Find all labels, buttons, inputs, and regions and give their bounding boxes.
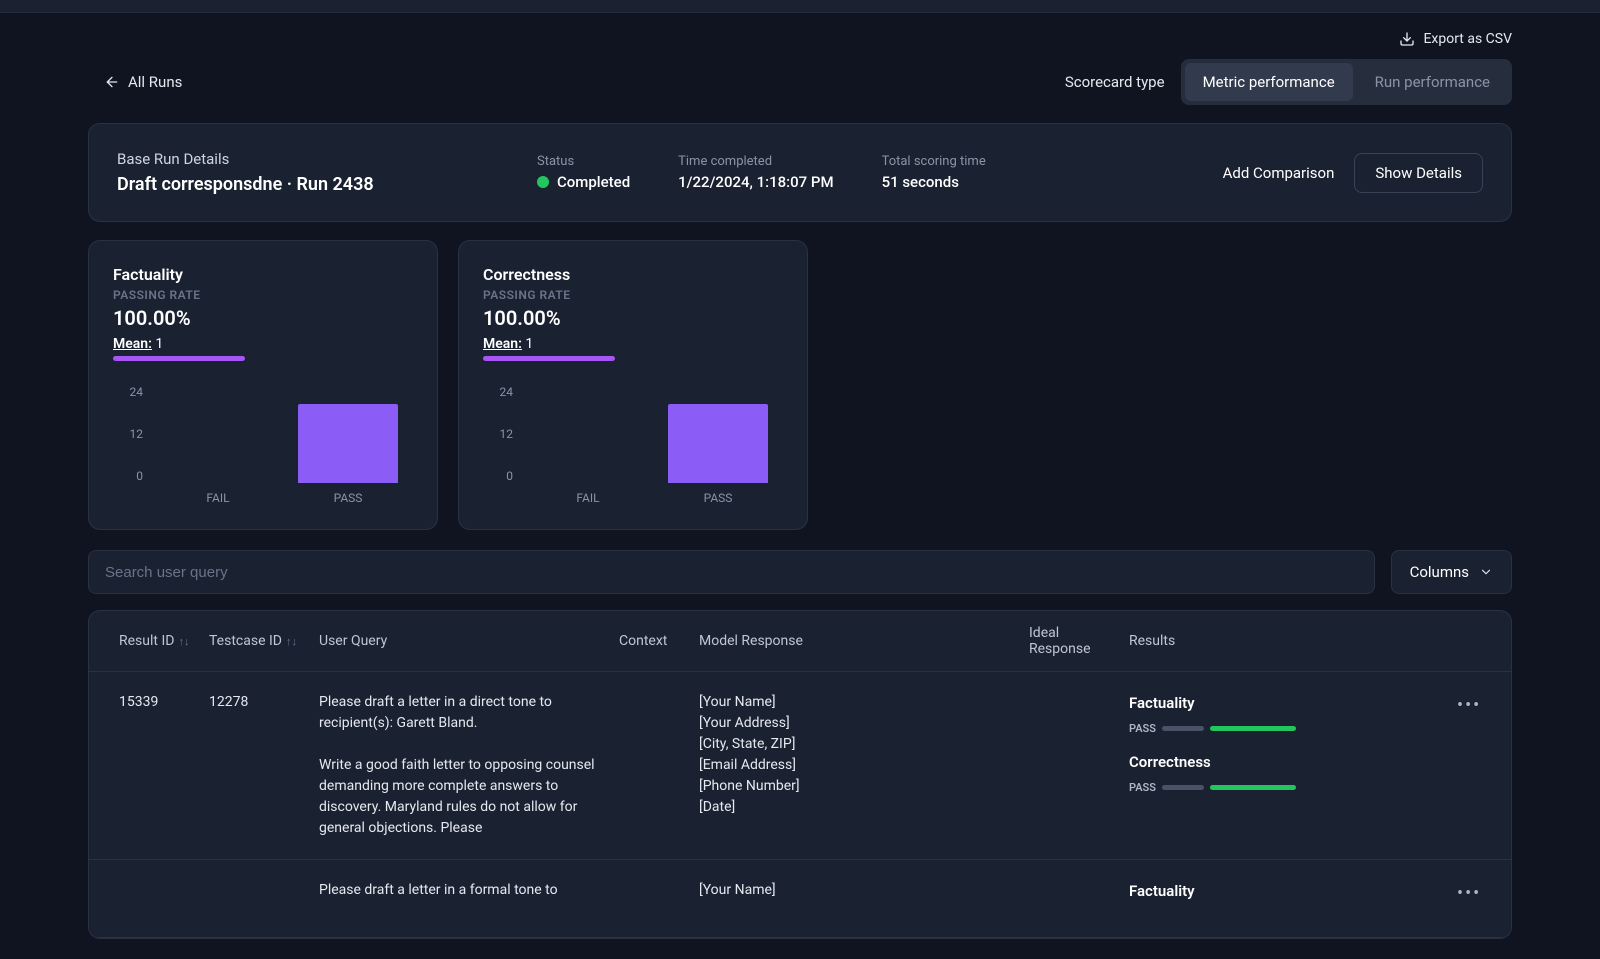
time-completed-label: Time completed: [678, 154, 833, 169]
result-metric-title: Factuality: [1129, 692, 1441, 715]
app-topbar: [0, 0, 1600, 13]
metric-chart: 24 12 0 FAILPASS: [489, 385, 783, 505]
tab-metric-performance[interactable]: Metric performance: [1185, 63, 1353, 101]
cell-result-id: 15339: [111, 692, 201, 713]
chart-bar: [668, 404, 768, 483]
th-model-response[interactable]: Model Response: [691, 633, 1021, 649]
mean-bar: [113, 356, 245, 361]
metric-sublabel: PASSING RATE: [483, 288, 783, 302]
status-value: Completed: [557, 173, 630, 191]
run-title: Draft corresponsdne · Run 2438: [117, 174, 537, 195]
table-header: Result ID↑↓ Testcase ID↑↓ User Query Con…: [89, 611, 1511, 672]
run-details-heading: Base Run Details: [117, 150, 537, 168]
metric-mean: Mean: 1: [113, 336, 413, 352]
result-metric-title: Factuality: [1129, 880, 1441, 903]
result-metric: Factuality: [1129, 880, 1441, 903]
th-result-id[interactable]: Result ID↑↓: [111, 633, 201, 649]
y-tick: 24: [119, 385, 143, 399]
tab-run-performance[interactable]: Run performance: [1357, 63, 1508, 101]
cell-results: Factuality PASS Correctness PASS: [1121, 692, 1449, 810]
back-label: All Runs: [128, 73, 182, 91]
scorecard-type-label: Scorecard type: [1065, 73, 1165, 91]
columns-label: Columns: [1410, 563, 1469, 581]
result-bar-track: [1162, 785, 1204, 790]
run-details-card: Base Run Details Draft corresponsdne · R…: [88, 123, 1512, 222]
result-bar-track: [1162, 726, 1204, 731]
y-tick: 0: [119, 469, 143, 483]
y-tick: 12: [119, 427, 143, 441]
download-icon: [1399, 31, 1415, 47]
result-metric: Factuality PASS: [1129, 692, 1441, 737]
result-bar-fill: [1210, 785, 1296, 790]
search-input[interactable]: [88, 550, 1375, 594]
x-tick: PASS: [653, 491, 783, 505]
export-csv-button[interactable]: Export as CSV: [1399, 31, 1512, 47]
columns-button[interactable]: Columns: [1391, 550, 1512, 594]
row-menu-button[interactable]: •••: [1457, 883, 1481, 904]
arrow-left-icon: [104, 74, 120, 90]
metric-mean: Mean: 1: [483, 336, 783, 352]
export-csv-label: Export as CSV: [1423, 31, 1512, 47]
metric-card: Factuality PASSING RATE 100.00% Mean: 1 …: [88, 240, 438, 530]
table-row[interactable]: 15339 12278 Please draft a letter in a d…: [89, 672, 1511, 860]
show-details-button[interactable]: Show Details: [1354, 153, 1483, 193]
status-badge: PASS: [1129, 721, 1156, 738]
th-context[interactable]: Context: [611, 633, 691, 649]
y-tick: 24: [489, 385, 513, 399]
cell-model-response: [Your Name]: [691, 880, 1021, 901]
y-tick: 12: [489, 427, 513, 441]
metric-title: Factuality: [113, 265, 413, 284]
chevron-down-icon: [1479, 565, 1493, 579]
status-badge: PASS: [1129, 780, 1156, 797]
cell-results: Factuality: [1121, 880, 1449, 917]
metric-card: Correctness PASSING RATE 100.00% Mean: 1…: [458, 240, 808, 530]
result-metric-title: Correctness: [1129, 751, 1441, 774]
sort-icon: ↑↓: [178, 635, 189, 648]
time-completed-value: 1/22/2024, 1:18:07 PM: [678, 173, 833, 191]
chart-bar: [298, 404, 398, 483]
table-row[interactable]: Please draft a letter in a formal tone t…: [89, 860, 1511, 938]
th-user-query[interactable]: User Query: [311, 633, 611, 649]
back-all-runs-link[interactable]: All Runs: [88, 73, 182, 91]
results-table: Result ID↑↓ Testcase ID↑↓ User Query Con…: [88, 610, 1512, 939]
sort-icon: ↑↓: [286, 635, 297, 648]
status-label: Status: [537, 154, 630, 169]
cell-user-query: Please draft a letter in a formal tone t…: [311, 880, 611, 901]
scoring-time-label: Total scoring time: [882, 154, 986, 169]
metric-rate: 100.00%: [483, 306, 783, 330]
metric-sublabel: PASSING RATE: [113, 288, 413, 302]
th-testcase-id[interactable]: Testcase ID↑↓: [201, 633, 311, 649]
status-dot-icon: [537, 176, 549, 188]
cell-user-query: Please draft a letter in a direct tone t…: [311, 692, 611, 839]
cell-model-response: [Your Name] [Your Address] [City, State,…: [691, 692, 1021, 818]
y-tick: 0: [489, 469, 513, 483]
metric-chart: 24 12 0 FAILPASS: [119, 385, 413, 505]
mean-bar: [483, 356, 615, 361]
scoring-time-value: 51 seconds: [882, 173, 986, 191]
x-tick: FAIL: [523, 491, 653, 505]
metric-rate: 100.00%: [113, 306, 413, 330]
x-tick: FAIL: [153, 491, 283, 505]
x-tick: PASS: [283, 491, 413, 505]
result-bar-fill: [1210, 726, 1296, 731]
cell-testcase-id: 12278: [201, 692, 311, 713]
th-results[interactable]: Results: [1121, 633, 1449, 649]
add-comparison-button[interactable]: Add Comparison: [1223, 164, 1335, 182]
metric-title: Correctness: [483, 265, 783, 284]
scorecard-toggle-group: Metric performance Run performance: [1181, 59, 1512, 105]
row-menu-button[interactable]: •••: [1457, 695, 1481, 716]
th-ideal-response[interactable]: Ideal Response: [1021, 625, 1121, 657]
result-metric: Correctness PASS: [1129, 751, 1441, 796]
